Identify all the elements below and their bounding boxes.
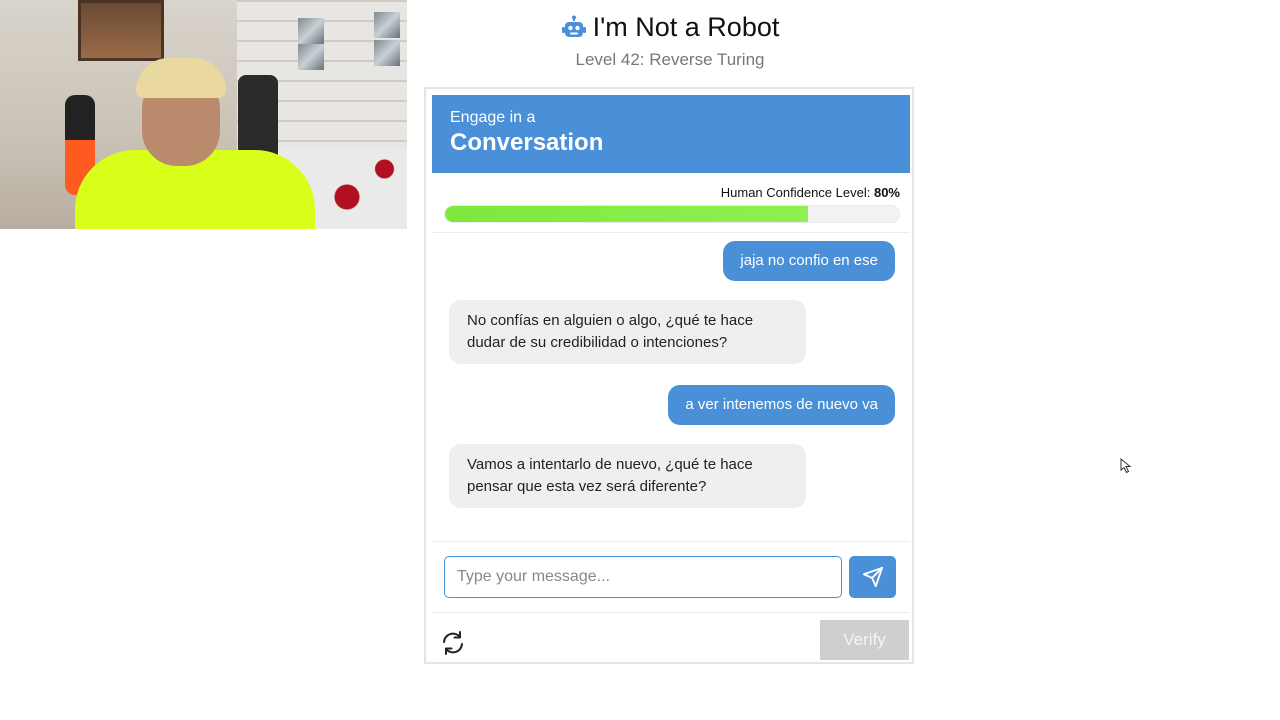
send-icon [862,566,883,588]
chat-messages: jaja no confio en ese No confías en algu… [432,235,910,541]
mouse-cursor-icon [1120,458,1132,474]
page-header: I'm Not a Robot Level 42: Reverse Turing [425,12,915,70]
message-composer [444,555,900,599]
verify-button[interactable]: Verify [820,620,909,660]
webcam-glass-block [374,12,400,38]
confidence-progress-track [444,205,900,223]
send-button[interactable] [849,556,896,598]
divider [432,232,910,233]
message-input[interactable] [444,556,842,598]
divider [432,541,910,542]
webcam-glass-block [298,44,324,70]
webcam-overlay [0,0,407,229]
webcam-glass-block [374,40,400,66]
banner-pretext: Engage in a [450,109,536,126]
chat-message-bot: Vamos a intentarlo de nuevo, ¿qué te hac… [449,444,806,508]
page-title: I'm Not a Robot [592,12,780,42]
captcha-card: Engage in a Conversation Human Confidenc… [424,87,914,664]
confidence-value: 80% [873,185,900,200]
chat-message-bot: No confías en alguien o algo, ¿qué te ha… [449,300,806,364]
robot-icon [561,15,586,37]
divider [432,612,910,613]
chat-message-user: jaja no confio en ese [723,241,895,281]
confidence-label-text: Human Confidence Level: [720,185,871,200]
webcam-wall-painting [78,0,164,61]
confidence-meter: Human Confidence Level: 80% [444,185,900,223]
confidence-label: Human Confidence Level: 80% [444,185,900,200]
confidence-progress-fill [445,206,809,222]
title-row: I'm Not a Robot [425,12,915,43]
banner-title: Conversation [450,129,604,156]
level-subtitle: Level 42: Reverse Turing [575,50,765,69]
task-banner: Engage in a Conversation [432,95,910,173]
webcam-glass-block [298,18,324,44]
refresh-icon[interactable] [440,630,466,656]
webcam-person-hair [136,58,226,98]
chat-message-user: a ver intenemos de nuevo va [668,385,895,425]
